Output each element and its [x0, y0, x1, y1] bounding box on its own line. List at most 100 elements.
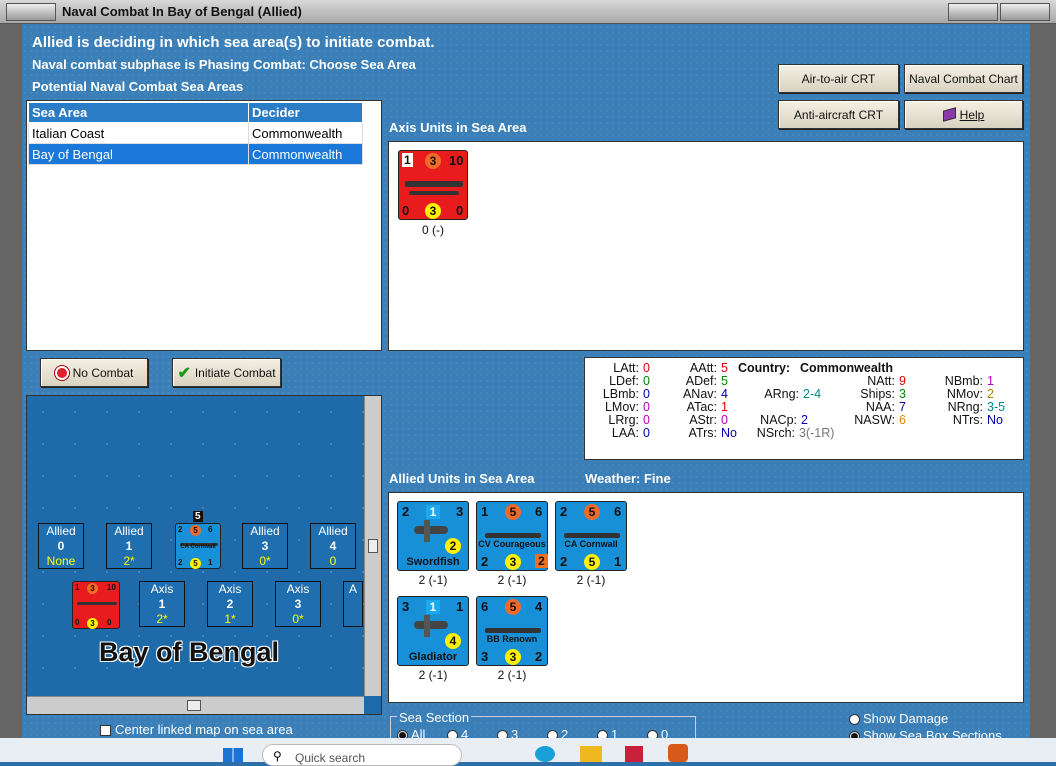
axis-unit-counter[interactable]: 1 3 10 0 3 0 [398, 150, 468, 220]
unit-counter[interactable]: 1 5 6 CV Courageous 2 3 2 [476, 501, 548, 571]
stat-label: ATac: [686, 400, 717, 414]
stat-value-lrrg: 0 [643, 413, 650, 427]
scroll-thumb[interactable] [187, 700, 201, 711]
air-to-air-crt-button[interactable]: Air-to-air CRT [778, 64, 899, 93]
box-title: Axis [286, 582, 310, 596]
system-menu-button[interactable] [6, 3, 56, 21]
sea-box-allied-0[interactable]: Allied 0 None [38, 523, 84, 569]
checkbox-box[interactable] [100, 725, 111, 737]
stat-value-atrs: No [721, 426, 737, 440]
unit-value: 0 [402, 203, 410, 218]
unit-name: CA Cornwall [180, 544, 216, 550]
sea-box-axis-0[interactable]: Axis 1 2* [139, 581, 185, 627]
unit-name: CV Courageous [478, 539, 546, 549]
stat-label: ARng: [764, 387, 799, 401]
sea-map[interactable]: Bay of Bengal Allied 0 None Allied 1 2* Allied… [26, 395, 382, 715]
stat-label: NSrch: [756, 426, 795, 440]
unit-label: 2 (-1) [497, 668, 527, 682]
unit-value: 4 [535, 599, 543, 614]
unit-counter[interactable]: 2 1 3 2 Swordfish [397, 501, 469, 571]
sea-box-axis-2[interactable]: Axis 3 0* [275, 581, 321, 627]
box-title: Allied [318, 524, 348, 538]
stat-value-nsrch: 3(-1R) [799, 426, 835, 440]
unit-value: 3 [505, 554, 521, 570]
ship-icon [77, 602, 117, 605]
no-combat-button[interactable]: No Combat [40, 358, 148, 387]
initiate-combat-button[interactable]: ✔ Initiate Combat [172, 358, 281, 387]
box-sub: 0* [259, 554, 271, 568]
stat-value-ntrs: No [987, 413, 1003, 427]
unit-name: CA Cornwall [564, 539, 618, 549]
sea-box-allied-4[interactable]: Allied 4 0 [310, 523, 356, 569]
help-button[interactable]: Help [904, 100, 1023, 129]
stat-label: ATrs: [688, 426, 717, 440]
stat-label: NMov: [946, 387, 983, 401]
ship-icon [564, 533, 620, 538]
sea-area-table: Sea Area Decider Italian Coast Commonwea… [28, 102, 363, 165]
radio-label: Show Damage [863, 711, 949, 726]
windows-start-icon[interactable] [223, 748, 243, 762]
box-value: 1 [125, 539, 133, 553]
table-row[interactable]: Bay of Bengal Commonwealth [28, 143, 363, 165]
stat-label: LDef: [609, 374, 639, 388]
window-title: Naval Combat In Bay of Bengal (Allied) [62, 4, 302, 19]
map-horizontal-scrollbar[interactable] [27, 696, 364, 714]
naval-combat-chart-button[interactable]: Naval Combat Chart [904, 64, 1023, 93]
unit-value: 0 [107, 618, 112, 627]
unit-name: Swordfish [406, 556, 460, 568]
unit-name: BB Renown [486, 634, 538, 644]
unit-counter[interactable]: 3 1 1 4 Gladiator [397, 596, 469, 666]
unit-value: 2 [178, 558, 183, 567]
unit-value: 2 [481, 554, 489, 569]
cell-area: Bay of Bengal [28, 143, 249, 165]
window-frame-left [0, 24, 22, 738]
radio-button[interactable] [849, 714, 860, 726]
box-sub: 0 [329, 554, 337, 568]
stat-label: AStr: [689, 413, 717, 427]
folder-icon[interactable] [580, 746, 602, 762]
sea-box-axis-1[interactable]: Axis 2 1* [207, 581, 253, 627]
unit-value: 1 [481, 504, 489, 519]
stat-label: LRrg: [608, 413, 639, 427]
minimize-button[interactable] [948, 3, 998, 21]
stat-value-latt: 0 [643, 361, 650, 375]
app-icon[interactable] [625, 746, 643, 762]
show-damage-radio[interactable]: Show Damage [849, 711, 948, 726]
col-decider[interactable]: Decider [248, 102, 363, 123]
center-map-checkbox[interactable]: Center linked map on sea area [100, 722, 293, 737]
unit-value: 5 [584, 504, 600, 520]
unit-value: 1 [75, 583, 80, 592]
stats-panel: LAtt: 0 LDef: 0 LBmb: 0 LMov: 0 LRrg: 0 LAA: 0 AAtt:… [584, 357, 1024, 460]
sea-box-allied-3[interactable]: Allied 3 0* [242, 523, 288, 569]
unit-counter[interactable]: 1 3 10 0 3 0 [72, 581, 120, 629]
scroll-thumb[interactable] [368, 539, 378, 553]
unit-counter[interactable]: 2 5 6 CA Cornwall 2 5 1 [175, 523, 221, 569]
anti-aircraft-crt-button[interactable]: Anti-aircraft CRT [778, 100, 899, 129]
unit-value: 3 [425, 203, 441, 219]
map-vertical-scrollbar[interactable] [364, 396, 381, 696]
unit-label: 2 (-1) [418, 573, 448, 587]
stat-value-nrng: 3-5 [987, 400, 1006, 414]
box-title: Axis [150, 582, 174, 596]
taskbar-search[interactable]: ⚲ Quick search [262, 744, 462, 766]
aircraft-icon [414, 621, 448, 629]
sea-box-axis-3[interactable]: A [343, 581, 363, 627]
unit-value: 0 [456, 203, 464, 218]
stat-label: Ships: [860, 387, 895, 401]
col-sea-area[interactable]: Sea Area [28, 102, 249, 123]
game-icon[interactable] [668, 744, 688, 762]
stat-value-lbmb: 0 [643, 387, 650, 401]
sea-box-allied-1[interactable]: Allied 1 2* [106, 523, 152, 569]
stat-label: NBmb: [944, 374, 983, 388]
search-icon: ⚲ [273, 749, 282, 763]
unit-value: 1 [456, 599, 464, 614]
status-line: Allied is deciding in which sea area(s) … [32, 34, 435, 51]
stat-value-lmov: 0 [643, 400, 650, 414]
table-row[interactable]: Italian Coast Commonwealth [28, 122, 363, 144]
sea-area-panel: Sea Area Decider Italian Coast Commonwea… [26, 100, 382, 351]
unit-counter[interactable]: 6 5 4 BB Renown 3 3 2 [476, 596, 548, 666]
edge-icon[interactable] [535, 746, 555, 762]
unit-counter[interactable]: 2 5 6 CA Cornwall 2 5 1 [555, 501, 627, 571]
unit-value: 10 [107, 583, 116, 592]
maximize-button[interactable] [1000, 3, 1050, 21]
